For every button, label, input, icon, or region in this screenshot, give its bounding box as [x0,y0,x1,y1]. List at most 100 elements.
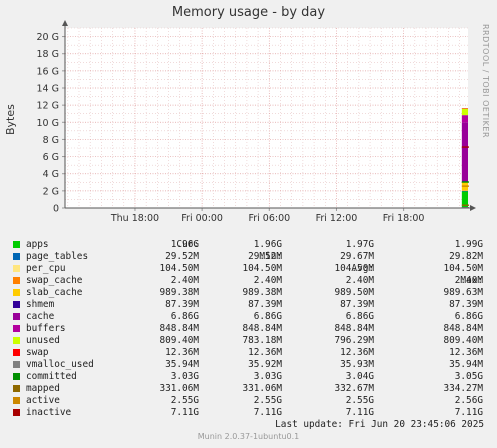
legend-series-name: per_cpu [26,263,66,274]
x-tick-label: Thu 18:00 [110,213,159,224]
legend-value-avg: 332.67M [334,383,374,394]
legend-value-cur: 29.52M [165,251,199,262]
legend-swatch [13,313,20,320]
legend-value-avg: 2.40M [345,275,374,286]
legend-header-row: Cur: Min: Avg: Max: [0,227,497,286]
area-swap [461,108,468,109]
legend-value-avg: 3.04G [345,371,374,382]
legend-row-per-cpu: per_cpu 104.50M 104.50M 104.50M 104.50M [0,263,497,275]
legend-series-name: active [26,395,60,406]
legend-value-cur: 35.94M [165,359,199,370]
y-axis-arrow [62,20,68,26]
legend-swatch [13,265,20,272]
legend-swatch [13,289,20,296]
legend-value-min: 848.84M [242,323,282,334]
legend-row-apps: apps 1.96G 1.96G 1.97G 1.99G [0,239,497,251]
legend-swatch [13,241,20,248]
y-tick-label: 14 G [37,84,59,95]
legend-series-name: swap_cache [26,275,83,286]
legend-swatch [13,373,20,380]
legend-value-max: 848.84M [443,323,483,334]
plot-background [65,28,468,208]
legend-value-avg: 35.93M [340,359,374,370]
legend-value-max: 87.39M [449,299,483,310]
legend-row-swap: swap 12.36M 12.36M 12.36M 12.36M [0,347,497,359]
legend-value-avg: 848.84M [334,323,374,334]
legend-value-cur: 6.86G [170,311,199,322]
legend-swatch [13,361,20,368]
legend-value-min: 783.18M [242,335,282,346]
y-tick-label: 6 G [43,152,59,163]
legend-value-max: 989.63M [443,287,483,298]
legend-value-max: 3.05G [454,371,483,382]
y-tick-label: 16 G [37,66,59,77]
legend-row-mapped: mapped 331.06M 331.06M 332.67M 334.27M [0,383,497,395]
legend-value-max: 2.56G [454,395,483,406]
legend-value-cur: 7.11G [170,407,199,418]
legend-series-name: buffers [26,323,66,334]
legend-value-min: 87.39M [248,299,282,310]
legend-value-min: 104.50M [242,263,282,274]
legend-value-cur: 331.06M [159,383,199,394]
legend-value-cur: 104.50M [159,263,199,274]
legend-value-avg: 6.86G [345,311,374,322]
x-tick-label: Fri 12:00 [316,213,358,224]
legend-value-min: 12.36M [248,347,282,358]
legend-value-cur: 989.38M [159,287,199,298]
legend-value-avg: 12.36M [340,347,374,358]
legend-row-shmem: shmem 87.39M 87.39M 87.39M 87.39M [0,299,497,311]
legend-series-name: slab_cache [26,287,83,298]
munin-version: Munin 2.0.37-1ubuntu0.1 [197,432,300,441]
legend-row-swap-cache: swap_cache 2.40M 2.40M 2.40M 2.40M [0,275,497,287]
legend-series-name: shmem [26,299,55,310]
legend-series-name: swap [26,347,49,358]
legend-value-avg: 104.50M [334,263,374,274]
area-swap-cache [461,190,468,191]
legend-value-cur: 848.84M [159,323,199,334]
legend-series-name: unused [26,335,60,346]
legend-value-max: 7.11G [454,407,483,418]
legend-value-min: 331.06M [242,383,282,394]
legend-row-committed: committed 3.03G 3.03G 3.04G 3.05G [0,371,497,383]
legend-value-min: 3.03G [253,371,282,382]
legend-swatch [13,337,20,344]
legend-row-page-tables: page_tables 29.52M 29.52M 29.67M 29.82M [0,251,497,263]
legend-value-max: 334.27M [443,383,483,394]
legend-swatch [13,325,20,332]
legend-swatch [13,349,20,356]
legend-series-name: vmalloc_used [26,359,94,370]
legend-value-cur: 1.96G [170,239,199,250]
legend-series-name: mapped [26,383,60,394]
legend-row-inactive: inactive 7.11G 7.11G 7.11G 7.11G [0,407,497,419]
legend-value-max: 29.82M [449,251,483,262]
legend-series-name: inactive [26,407,72,418]
legend-value-avg: 7.11G [345,407,374,418]
legend-value-cur: 87.39M [165,299,199,310]
legend-swatch [13,253,20,260]
legend-value-min: 2.55G [253,395,282,406]
legend-value-avg: 796.29M [334,335,374,346]
area-buffers [461,115,468,123]
legend-row-buffers: buffers 848.84M 848.84M 848.84M 848.84M [0,323,497,335]
legend-value-max: 2.40M [454,275,483,286]
legend-value-avg: 29.67M [340,251,374,262]
legend-value-max: 1.99G [454,239,483,250]
legend-value-avg: 87.39M [340,299,374,310]
legend-swatch [13,397,20,404]
legend-row-active: active 2.55G 2.55G 2.55G 2.56G [0,395,497,407]
legend-row-slab-cache: slab_cache 989.38M 989.38M 989.50M 989.63M [0,287,497,299]
legend-swatch [13,385,20,392]
legend-value-avg: 1.97G [345,239,374,250]
legend-value-min: 989.38M [242,287,282,298]
y-tick-label: 4 G [43,169,59,180]
legend-value-cur: 2.55G [170,395,199,406]
legend-swatch [13,301,20,308]
legend-swatch [13,277,20,284]
legend-value-max: 6.86G [454,311,483,322]
y-tick-label: 20 G [37,32,59,43]
legend-value-min: 2.40M [253,275,282,286]
legend-value-min: 35.92M [248,359,282,370]
y-tick-label: 0 [53,204,59,215]
legend-row-unused: unused 809.40M 783.18M 796.29M 809.40M [0,335,497,347]
area-cache [461,122,468,182]
